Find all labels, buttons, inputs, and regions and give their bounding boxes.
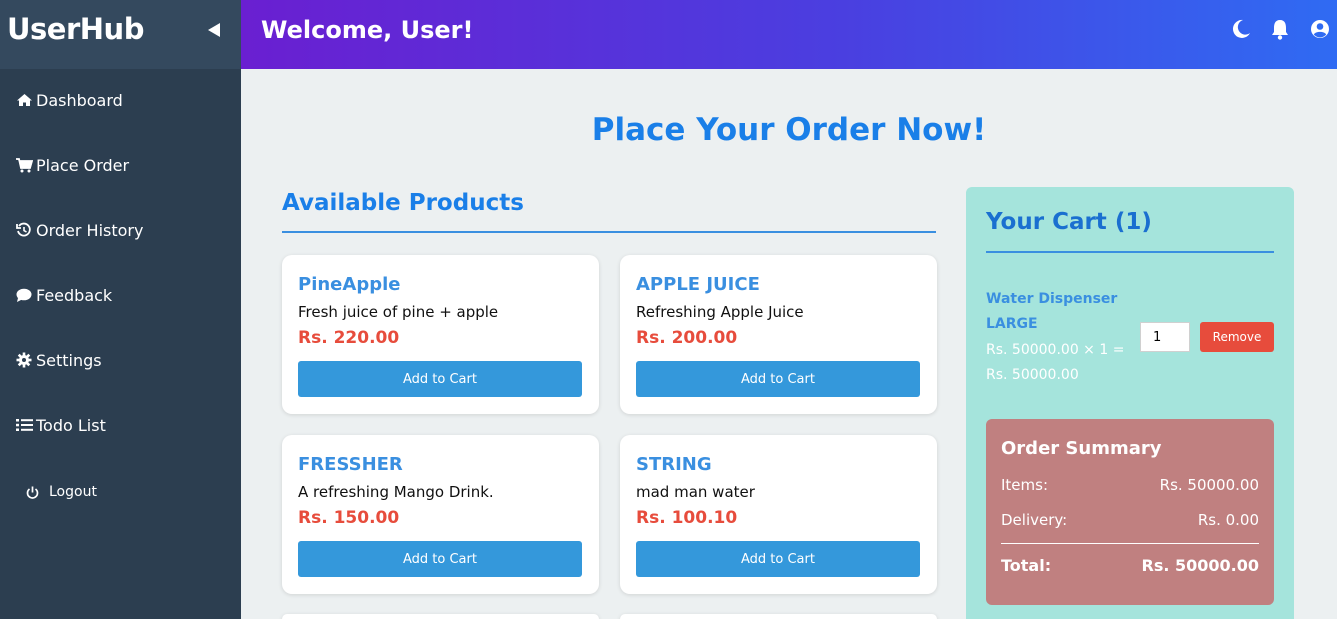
section-divider [282,231,936,233]
summary-total-value: Rs. 50000.00 [1141,556,1260,575]
sidebar-item-place-order[interactable]: Place Order [0,145,241,185]
product-price: Rs. 220.00 [298,328,400,348]
product-card: PineApple Fresh juice of pine + apple Rs… [282,255,599,414]
order-summary: Order Summary Items: Rs. 50000.00 Delive… [986,419,1274,605]
sidebar-item-label: Feedback [36,285,113,305]
sidebar: UserHub Dashboard Place Order Order Hist… [0,0,241,619]
sidebar-item-todo-list[interactable]: Todo List [0,405,241,445]
welcome-title: Welcome, User! [261,16,474,44]
product-card: STRING mad man water Rs. 100.10 Add to C… [620,435,937,594]
list-icon [16,417,34,433]
sidebar-item-order-history[interactable]: Order History [0,210,241,250]
product-description: Refreshing Apple Juice [636,303,804,321]
product-card: FRESSHER A refreshing Mango Drink. Rs. 1… [282,435,599,594]
product-name: FRESSHER [298,454,403,475]
sidebar-item-dashboard[interactable]: Dashboard [0,80,241,120]
cart-item-name: Water Dispenser LARGE [986,287,1126,337]
cart-title: Your Cart (1) [986,209,1152,235]
summary-delivery-label: Delivery: [1001,511,1068,529]
cart-icon [16,157,34,173]
quantity-input[interactable] [1140,322,1190,352]
user-circle-icon[interactable] [1309,18,1331,40]
cart-item-name-line: Water Dispenser [986,291,1118,307]
product-card: APPLE JUICE Refreshing Apple Juice Rs. 2… [620,255,937,414]
add-to-cart-button[interactable]: Add to Cart [298,541,582,577]
cart-item-price-calc: Rs. 50000.00 × 1 = [986,342,1125,358]
sidebar-item-feedback[interactable]: Feedback [0,275,241,315]
moon-icon[interactable] [1230,18,1252,40]
order-summary-title: Order Summary [1001,438,1162,459]
cart-panel: Your Cart (1) Water Dispenser LARGE Rs. … [966,187,1294,619]
sidebar-item-label: Todo List [36,415,106,435]
add-to-cart-button[interactable]: Add to Cart [298,361,582,397]
products-section-title: Available Products [282,190,524,216]
home-icon [16,92,34,108]
cart-item-subtotal: Rs. 50000.00 [986,367,1079,383]
summary-items-label: Items: [1001,476,1049,494]
history-icon [16,222,34,238]
product-name: APPLE JUICE [636,274,760,295]
brand-logo: UserHub [7,12,144,46]
summary-divider [1001,543,1259,544]
sidebar-item-label: Place Order [36,155,130,175]
collapse-sidebar-icon[interactable] [207,22,225,42]
bell-icon[interactable] [1270,18,1292,40]
summary-total-label: Total: [1001,556,1052,575]
product-description: mad man water [636,483,755,501]
summary-total-row: Total: Rs. 50000.00 [1001,556,1259,575]
logout-button[interactable]: Logout [0,472,241,512]
product-card [620,614,937,619]
summary-items-value: Rs. 50000.00 [1159,476,1259,494]
summary-delivery-value: Rs. 0.00 [1197,511,1259,529]
product-card [282,614,599,619]
product-name: STRING [636,454,712,475]
product-price: Rs. 100.10 [636,508,738,528]
product-price: Rs. 150.00 [298,508,400,528]
sidebar-item-label: Dashboard [36,90,123,110]
comment-icon [16,287,34,303]
sidebar-item-label: Settings [36,350,102,370]
product-description: Fresh juice of pine + apple [298,303,499,321]
add-to-cart-button[interactable]: Add to Cart [636,541,920,577]
product-description: A refreshing Mango Drink. [298,483,494,501]
remove-button[interactable]: Remove [1200,322,1274,352]
power-icon [26,484,40,500]
page-title: Place Your Order Now! [591,112,987,148]
logout-label: Logout [49,484,97,500]
gear-icon [16,352,34,368]
product-price: Rs. 200.00 [636,328,738,348]
product-name: PineApple [298,274,401,295]
sidebar-header: UserHub [0,0,241,69]
summary-delivery-row: Delivery: Rs. 0.00 [1001,511,1259,529]
sidebar-item-settings[interactable]: Settings [0,340,241,380]
topbar: Welcome, User! [241,0,1337,69]
cart-item-price: Rs. 50000.00 × 1 = Rs. 50000.00 [986,338,1136,388]
cart-divider [986,251,1274,253]
cart-item-variant: LARGE [986,316,1038,332]
sidebar-item-label: Order History [36,220,144,240]
add-to-cart-button[interactable]: Add to Cart [636,361,920,397]
summary-items-row: Items: Rs. 50000.00 [1001,476,1259,494]
